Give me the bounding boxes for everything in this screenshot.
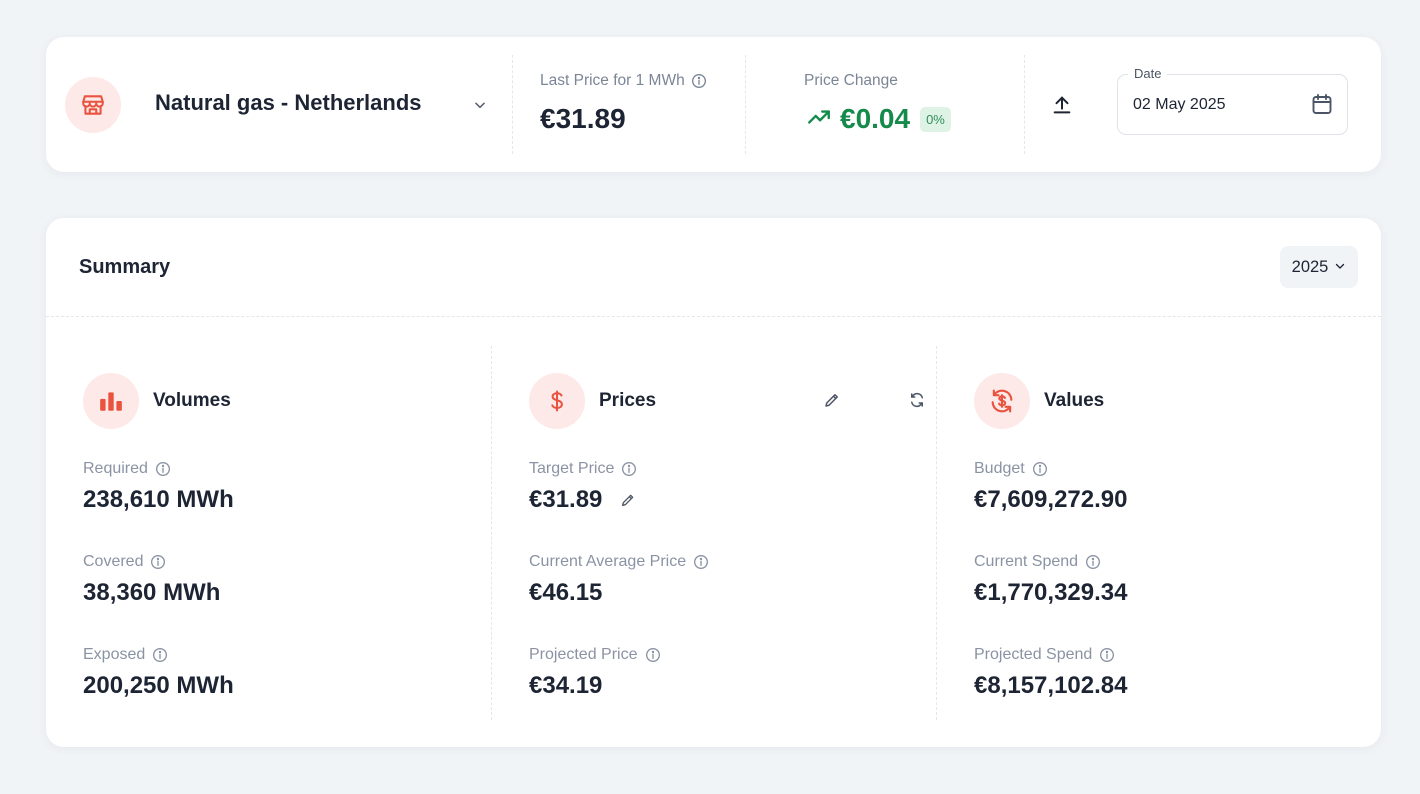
metric-value: 200,250 MWh: [83, 672, 234, 699]
market-header-card: Natural gas - Netherlands Last Price for…: [46, 37, 1381, 172]
info-icon[interactable]: [152, 647, 168, 663]
currency-exchange-icon: [974, 373, 1030, 429]
summary-title: Summary: [79, 256, 171, 278]
market-selector[interactable]: Natural gas - Netherlands: [155, 90, 422, 116]
divider: [46, 316, 1381, 317]
values-title: Values: [1044, 390, 1105, 411]
metric-projected-price: Projected Price €34.19: [529, 645, 661, 700]
metric-value: €8,157,102.84: [974, 672, 1128, 699]
metric-value: 238,610 MWh: [83, 486, 234, 513]
metric-projected-spend: Projected Spend €8,157,102.84: [974, 645, 1127, 700]
metric-label: Exposed: [83, 646, 146, 663]
price-change-value: €0.04: [840, 103, 911, 134]
chevron-down-icon[interactable]: [470, 95, 490, 115]
divider: [491, 346, 492, 720]
metric-value: €7,609,272.90: [974, 486, 1128, 513]
metric-value: €31.89: [529, 486, 603, 513]
summary-card: Summary 2025 Volumes Required 238,610 MW…: [46, 218, 1381, 747]
info-icon[interactable]: [693, 554, 709, 570]
prices-column: Prices Target Price €31.89 Current Avera…: [529, 346, 923, 720]
info-icon[interactable]: [150, 554, 166, 570]
metric-required: Required 238,610 MWh: [83, 459, 234, 514]
metric-label: Budget: [974, 460, 1025, 477]
last-price-value: €31.89: [540, 103, 626, 134]
year-select[interactable]: 2025: [1280, 246, 1358, 288]
metric-current-average-price: Current Average Price €46.15: [529, 552, 709, 607]
divider: [936, 346, 937, 720]
edit-icon[interactable]: [620, 492, 636, 508]
metric-target-price: Target Price €31.89: [529, 459, 637, 514]
date-picker[interactable]: Date 02 May 2025: [1117, 66, 1348, 135]
info-icon[interactable]: [155, 461, 171, 477]
volumes-title: Volumes: [153, 390, 231, 411]
dollar-icon: [529, 373, 585, 429]
prices-title: Prices: [599, 390, 657, 411]
info-icon[interactable]: [1032, 461, 1048, 477]
metric-value: €1,770,329.34: [974, 579, 1128, 606]
metric-budget: Budget €7,609,272.90: [974, 459, 1127, 514]
divider: [512, 55, 513, 154]
divider: [745, 55, 746, 154]
calendar-icon[interactable]: [1310, 92, 1334, 116]
metric-value: €34.19: [529, 672, 603, 699]
price-change: €0.04 0%: [806, 103, 951, 135]
divider: [1024, 55, 1025, 154]
metric-label: Covered: [83, 553, 144, 570]
chevron-down-icon: [1334, 258, 1346, 277]
upload-icon[interactable]: [1050, 93, 1074, 117]
info-icon[interactable]: [1085, 554, 1101, 570]
edit-icon[interactable]: [823, 391, 841, 409]
metric-exposed: Exposed 200,250 MWh: [83, 645, 234, 700]
metric-label: Current Average Price: [529, 553, 687, 570]
trending-up-icon: [806, 104, 832, 135]
metric-label: Current Spend: [974, 553, 1079, 570]
metric-value: €46.15: [529, 579, 603, 606]
volumes-column: Volumes Required 238,610 MWh Covered 38,…: [83, 346, 483, 720]
metric-value: 38,360 MWh: [83, 579, 221, 606]
info-icon[interactable]: [645, 647, 661, 663]
date-value[interactable]: 02 May 2025: [1133, 96, 1226, 114]
info-icon[interactable]: [691, 73, 707, 89]
last-price-label-text: Last Price for 1 MWh: [540, 72, 685, 89]
metric-label: Projected Price: [529, 646, 638, 663]
bar-chart-icon: [83, 373, 139, 429]
metric-label: Required: [83, 460, 148, 477]
date-label: Date: [1128, 66, 1168, 81]
store-icon: [65, 77, 121, 133]
metric-covered: Covered 38,360 MWh: [83, 552, 220, 607]
last-price-label: Last Price for 1 MWh: [540, 72, 707, 90]
metric-current-spend: Current Spend €1,770,329.34: [974, 552, 1127, 607]
info-icon[interactable]: [1099, 647, 1115, 663]
metric-label: Projected Spend: [974, 646, 1093, 663]
refresh-icon[interactable]: [908, 391, 926, 409]
price-change-percent-badge: 0%: [920, 106, 951, 132]
values-column: Values Budget €7,609,272.90 Current Spen…: [974, 346, 1354, 720]
info-icon[interactable]: [621, 461, 637, 477]
year-value: 2025: [1291, 257, 1329, 276]
metric-label: Target Price: [529, 460, 615, 477]
price-change-label: Price Change: [804, 72, 898, 89]
